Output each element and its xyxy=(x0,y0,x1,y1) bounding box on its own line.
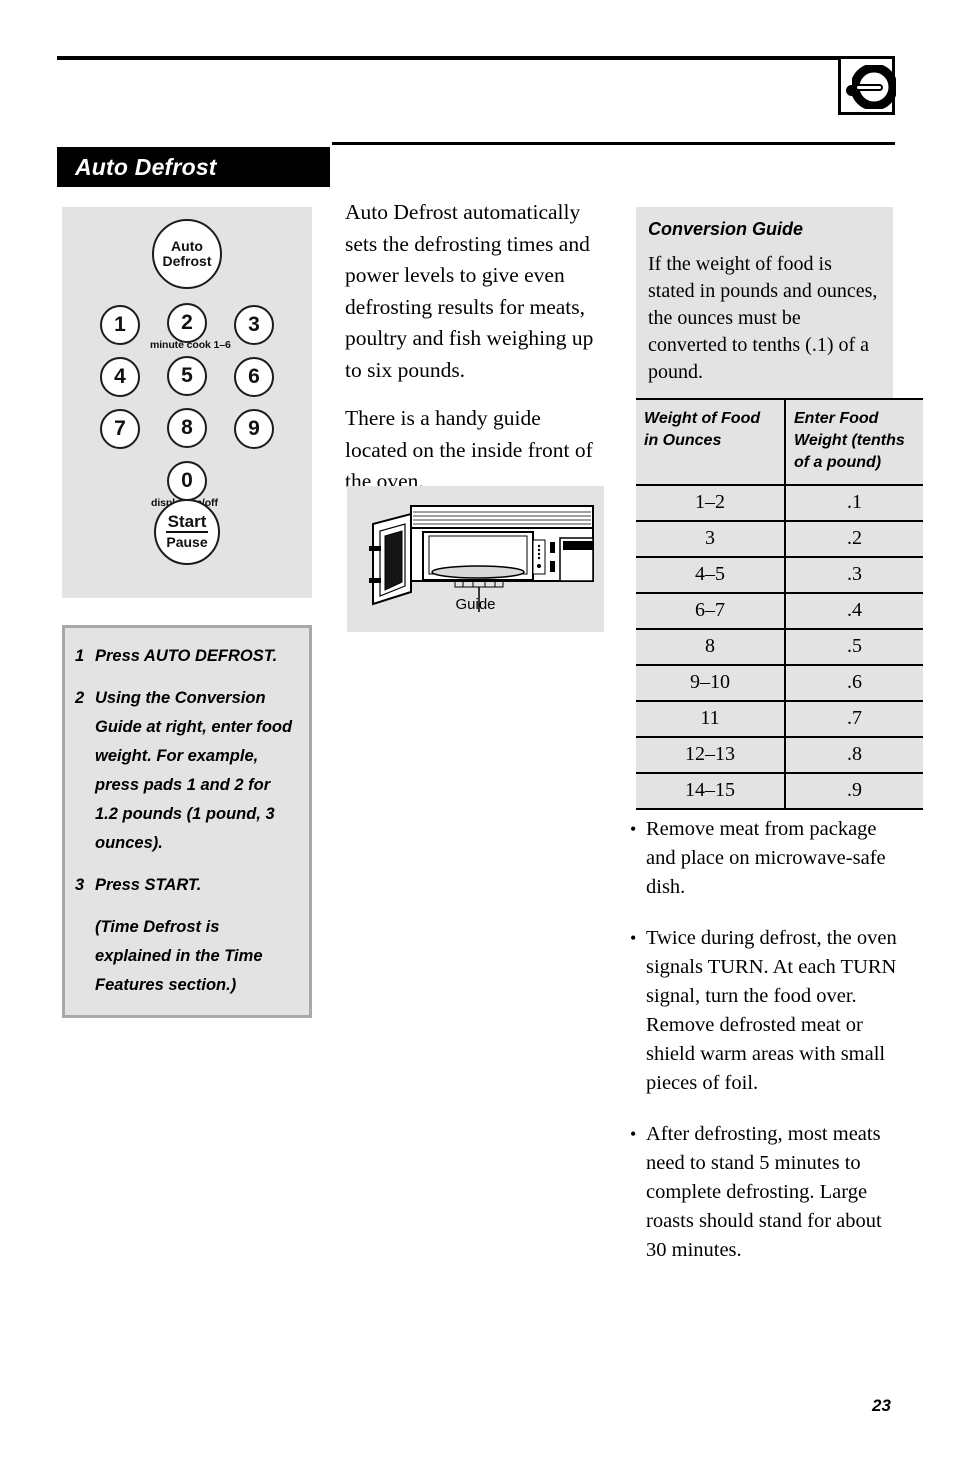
auto-defrost-pad-line1: Auto xyxy=(171,238,203,254)
table-row: 6–7 .4 xyxy=(636,592,923,630)
tip-text: Twice during defrost, the oven signals T… xyxy=(646,927,897,1094)
list-item: • Twice during defrost, the oven signals… xyxy=(630,924,902,1098)
number-pad-0[interactable]: 0 xyxy=(167,461,207,501)
column-header-tenths: Enter Food Weight (tenths of a pound) xyxy=(785,398,923,486)
cell-pounds: .3 xyxy=(785,556,923,594)
number-pad-3[interactable]: 3 xyxy=(234,305,274,345)
control-panel-illustration: Auto Defrost 1 2 3 minute cook 1–6 4 5 6… xyxy=(62,207,312,598)
bullet-icon: • xyxy=(630,928,637,948)
instruction-step: 3 Press START. xyxy=(75,871,295,900)
header-rule-second xyxy=(332,142,895,145)
page-number: 23 xyxy=(872,1396,891,1415)
step-number: 2 xyxy=(75,689,85,707)
cell-ounces: 9–10 xyxy=(636,664,786,702)
number-pad-8[interactable]: 8 xyxy=(167,408,207,448)
number-pad-9[interactable]: 9 xyxy=(234,409,274,449)
instruction-step: 2 Using the Conversion Guide at right, e… xyxy=(75,684,295,858)
cell-ounces: 4–5 xyxy=(636,556,786,594)
start-pad-line2: Pause xyxy=(166,534,208,550)
table-row: 9–10 .6 xyxy=(636,664,923,702)
table-row: 8 .5 xyxy=(636,628,923,666)
table-row: 3 .2 xyxy=(636,520,923,558)
conversion-table: Weight of Food in Ounces Enter Food Weig… xyxy=(636,398,923,810)
instruction-steps-box: 1 Press AUTO DEFROST. 2 Using the Conver… xyxy=(62,625,312,1018)
start-pad-line1: Start xyxy=(165,512,209,533)
cell-pounds: .7 xyxy=(785,700,923,738)
header-rule-top xyxy=(57,56,895,60)
conversion-guide-description: If the weight of food is stated in pound… xyxy=(648,253,878,383)
cell-ounces: 6–7 xyxy=(636,592,786,630)
table-row: 14–15 .9 xyxy=(636,772,923,810)
list-item: • After defrosting, most meats need to s… xyxy=(630,1120,902,1265)
step-text: Press AUTO DEFROST. xyxy=(95,647,278,665)
cell-ounces: 3 xyxy=(636,520,786,558)
step-text: Using the Conversion Guide at right, ent… xyxy=(95,689,293,852)
auto-defrost-pad[interactable]: Auto Defrost xyxy=(152,219,222,289)
defrost-tips-list: • Remove meat from package and place on … xyxy=(630,815,902,1287)
cell-pounds: .4 xyxy=(785,592,923,630)
table-row: 1–2 .1 xyxy=(636,484,923,522)
cell-ounces: 14–15 xyxy=(636,772,786,810)
number-pad-1[interactable]: 1 xyxy=(100,305,140,345)
table-header-row: Weight of Food in Ounces Enter Food Weig… xyxy=(636,398,923,486)
cell-pounds: .1 xyxy=(785,484,923,522)
minute-cook-caption: minute cook 1–6 xyxy=(150,339,231,351)
table-row: 12–13 .8 xyxy=(636,736,923,774)
cell-ounces: 8 xyxy=(636,628,786,666)
tip-text: Remove meat from package and place on mi… xyxy=(646,818,886,898)
cell-pounds: .2 xyxy=(785,520,923,558)
number-pad-6[interactable]: 6 xyxy=(234,357,274,397)
conversion-guide-title: Conversion Guide xyxy=(648,219,804,239)
cell-ounces: 11 xyxy=(636,700,786,738)
step-number: 1 xyxy=(75,647,85,665)
cell-pounds: .8 xyxy=(785,736,923,774)
bullet-icon: • xyxy=(630,819,637,839)
number-pad-4[interactable]: 4 xyxy=(100,357,140,397)
cell-pounds: .9 xyxy=(785,772,923,810)
section-title-bar: Auto Defrost xyxy=(57,147,330,187)
cell-pounds: .5 xyxy=(785,628,923,666)
start-pause-pad[interactable]: Start Pause xyxy=(154,499,220,565)
column-header-ounces: Weight of Food in Ounces xyxy=(636,398,786,486)
step-number: 3 xyxy=(75,876,85,894)
intro-paragraph-1: Auto Defrost automatically sets the defr… xyxy=(345,200,594,382)
knob-glyph-icon xyxy=(852,65,896,109)
figure-caption: Guide xyxy=(455,596,496,613)
tip-text: After defrosting, most meats need to sta… xyxy=(646,1123,882,1261)
auto-defrost-pad-line2: Defrost xyxy=(162,253,212,269)
instruction-step: 1 Press AUTO DEFROST. xyxy=(75,642,295,671)
control-knob-tab-icon xyxy=(838,56,896,115)
number-pad-2[interactable]: 2 xyxy=(167,303,207,343)
instruction-note: (Time Defrost is explained in the Time F… xyxy=(95,918,263,994)
bullet-icon: • xyxy=(630,1124,637,1144)
list-item: • Remove meat from package and place on … xyxy=(630,815,902,902)
cell-ounces: 12–13 xyxy=(636,736,786,774)
number-pad-7[interactable]: 7 xyxy=(100,409,140,449)
oven-guide-figure: Guide xyxy=(347,486,604,632)
page-title: Auto Defrost xyxy=(75,153,217,180)
intro-paragraph-2: There is a handy guide located on the in… xyxy=(345,406,593,493)
cell-ounces: 1–2 xyxy=(636,484,786,522)
table-row: 4–5 .3 xyxy=(636,556,923,594)
table-row: 11 .7 xyxy=(636,700,923,738)
conversion-guide-box: Conversion Guide If the weight of food i… xyxy=(636,207,923,810)
step-text: Press START. xyxy=(95,876,202,894)
cell-pounds: .6 xyxy=(785,664,923,702)
number-pad-5[interactable]: 5 xyxy=(167,356,207,396)
intro-text-column: Auto Defrost automatically sets the defr… xyxy=(345,197,607,515)
